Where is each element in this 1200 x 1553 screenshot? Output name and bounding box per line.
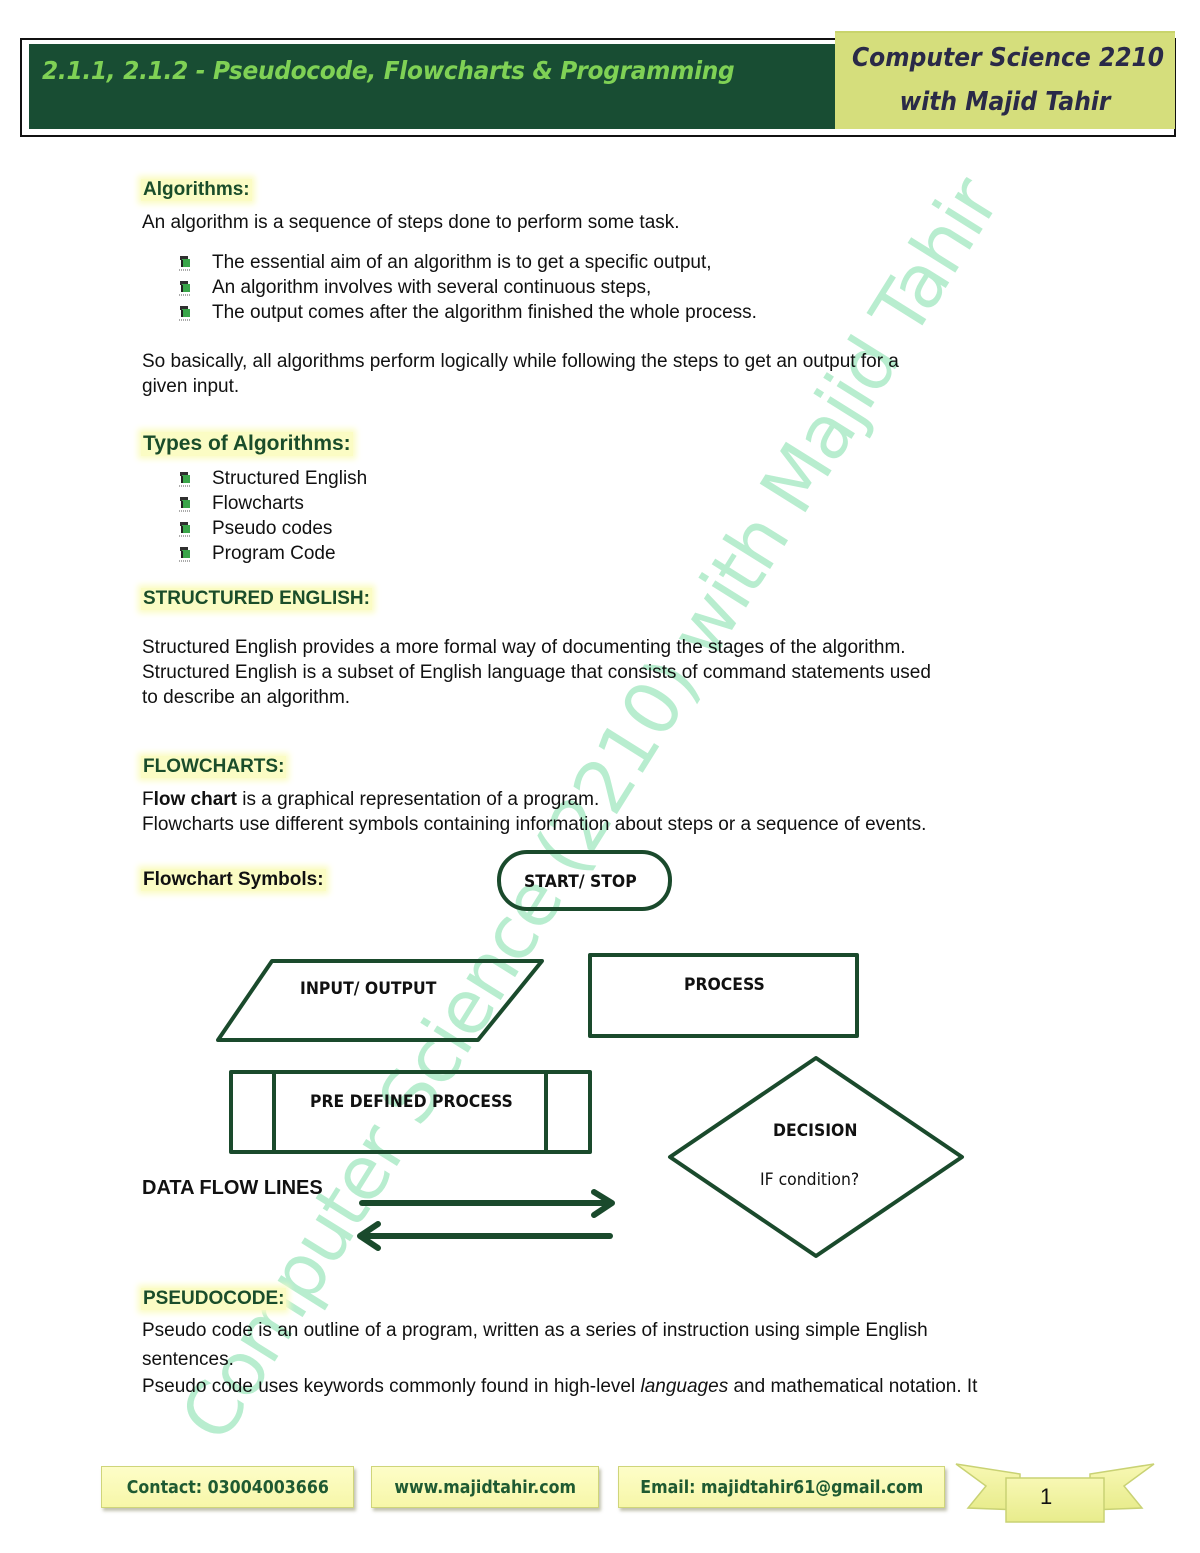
heading-structured-english: STRUCTURED ENGLISH: [141, 588, 372, 610]
heading-algorithms: Algorithms: [141, 179, 252, 201]
arrowhead-left-icon [357, 1221, 381, 1251]
bullet-icon [179, 547, 191, 562]
start-stop-label: START/ STOP [524, 872, 637, 892]
pseudocode-line2: sentences. [142, 1349, 234, 1370]
process-symbol [588, 953, 859, 1038]
structured-english-line1: Structured English provides a more forma… [142, 637, 906, 658]
course-author: with Majid Tahir [899, 87, 1111, 117]
algorithms-summary-line2: given input. [142, 376, 240, 397]
flowcharts-line2: Flowcharts use different symbols contain… [142, 814, 927, 835]
bullet-icon [179, 472, 191, 487]
footer-email[interactable]: Email: majidtahir61@gmail.com [618, 1466, 945, 1508]
page-number-ribbon-icon [955, 1463, 1155, 1523]
bullet-icon [179, 306, 191, 321]
bullet-icon [179, 522, 191, 537]
input-output-label: INPUT/ OUTPUT [300, 979, 437, 999]
footer-contact: Contact: 03004003666 [101, 1466, 354, 1508]
decision-label: DECISION [773, 1121, 858, 1141]
predefined-process-symbol [229, 1070, 592, 1154]
algorithms-summary-line1: So basically, all algorithms perform log… [142, 351, 899, 372]
decision-condition-label: IF condition? [760, 1170, 860, 1190]
heading-flowchart-symbols: Flowchart Symbols: [141, 869, 326, 891]
data-flow-lines-label: DATA FLOW LINES [142, 1177, 323, 1199]
arrowhead-right-icon [591, 1189, 615, 1218]
input-output-symbol [216, 959, 544, 1042]
pseudocode-line3: Pseudo code uses keywords commonly found… [142, 1376, 978, 1397]
heading-types-of-algorithms: Types of Algorithms: [141, 432, 353, 456]
algorithms-intro: An algorithm is a sequence of steps done… [142, 212, 680, 233]
pseudocode-line1: Pseudo code is an outline of a program, … [142, 1320, 928, 1341]
predefined-process-label: PRE DEFINED PROCESS [310, 1092, 513, 1112]
decision-symbol [668, 1056, 964, 1258]
bullet-icon [179, 281, 191, 296]
page-title: 2.1.1, 2.1.2 - Pseudocode, Flowcharts & … [42, 56, 735, 85]
heading-flowcharts: FLOWCHARTS: [141, 756, 287, 778]
page-number: 1 [1040, 1484, 1053, 1509]
course-name: Computer Science 2210 [852, 43, 1165, 73]
bullet-icon [179, 256, 191, 271]
flowcharts-line1: Flow chart is a graphical representation… [142, 789, 600, 810]
footer-website[interactable]: www.majidtahir.com [371, 1466, 599, 1508]
course-badge: Computer Science 2210 with Majid Tahir [835, 31, 1175, 129]
heading-pseudocode: PSEUDOCODE: [141, 1288, 287, 1310]
structured-english-line2: Structured English is a subset of Englis… [142, 662, 931, 683]
bullet-icon [179, 497, 191, 512]
process-label: PROCESS [684, 975, 765, 995]
structured-english-line3: to describe an algorithm. [142, 687, 351, 708]
